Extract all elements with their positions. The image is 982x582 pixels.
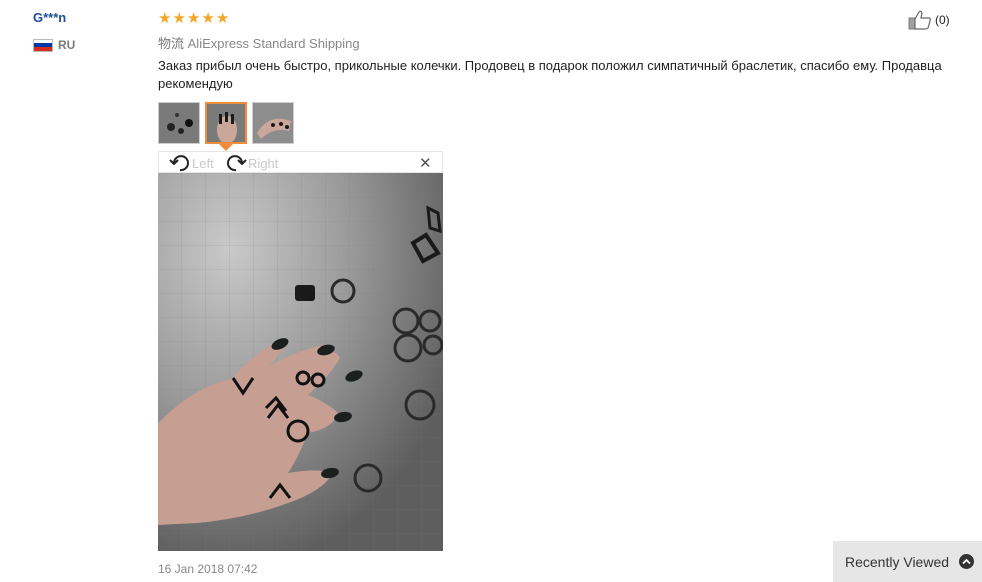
close-viewer-button[interactable]: ✕: [419, 154, 432, 172]
country-code: RU: [58, 38, 76, 52]
recently-viewed-button[interactable]: Recently Viewed: [833, 541, 982, 582]
review-photo-image: [158, 173, 443, 551]
shipping-label: 物流: [158, 36, 185, 51]
reviewer-info: G***n RU: [33, 10, 75, 52]
rotate-left-button[interactable]: Left: [169, 153, 214, 173]
reviewer-name[interactable]: G***n: [33, 10, 66, 25]
rotate-right-button[interactable]: Right: [225, 153, 278, 173]
review-photo-thumbnail[interactable]: [252, 102, 294, 144]
rotate-left-icon: [169, 155, 189, 172]
review-photo-large: [158, 173, 443, 551]
review-date: 16 Jan 2018 07:42: [158, 562, 258, 576]
thumbnail-image: [253, 103, 293, 143]
shipping-method: AliExpress Standard Shipping: [187, 36, 360, 51]
thumbnail-image: [159, 103, 199, 143]
helpful-vote[interactable]: (0): [908, 10, 950, 30]
thumbnail-image: [207, 104, 245, 142]
review-photo-thumbnail-selected[interactable]: [205, 102, 247, 144]
thumbs-up-icon[interactable]: [908, 10, 932, 30]
rotate-right-icon: [227, 155, 247, 172]
star-icon: ★: [215, 9, 230, 27]
star-rating: ★ ★ ★ ★ ★: [158, 10, 958, 26]
shipping-info: 物流 AliExpress Standard Shipping: [158, 33, 360, 52]
star-icon: ★: [158, 9, 172, 27]
review-text: Заказ прибыл очень быстро, прикольные ко…: [158, 58, 942, 91]
rotate-left-label: Left: [192, 155, 214, 171]
star-icon: ★: [201, 9, 215, 27]
star-icon: ★: [172, 9, 186, 27]
star-icon: ★: [186, 9, 201, 27]
selected-thumbnail-pointer: [219, 144, 233, 151]
recently-viewed-label: Recently Viewed: [845, 553, 950, 570]
review-thumbnails: [158, 102, 294, 144]
helpful-count: (0): [935, 13, 950, 27]
reviewer-country: RU: [33, 38, 75, 52]
image-viewer-toolbar: Left Right ✕: [158, 151, 443, 173]
rotate-right-label: Right: [248, 155, 279, 171]
russia-flag-icon: [33, 38, 53, 52]
review-rating: ★ ★ ★ ★ ★: [158, 10, 958, 26]
chevron-up-icon: [959, 554, 975, 569]
review-photo-thumbnail[interactable]: [158, 102, 200, 144]
